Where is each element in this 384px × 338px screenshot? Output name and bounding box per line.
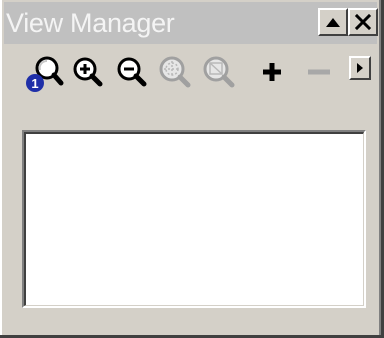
- views-list-area: [24, 132, 364, 306]
- zoom-out-icon: [117, 57, 147, 87]
- zoom-extents-button[interactable]: [154, 52, 194, 96]
- toolbar: 1: [4, 46, 377, 108]
- zoom-extents-icon: [159, 56, 191, 88]
- view-manager-window: View Manager 1: [0, 0, 384, 338]
- views-list[interactable]: [22, 130, 366, 308]
- add-icon: [263, 63, 281, 81]
- zoom-out-button[interactable]: [112, 52, 152, 96]
- window-title: View Manager: [6, 8, 175, 38]
- find-view-button[interactable]: 1: [24, 52, 64, 96]
- zoom-window-button[interactable]: [198, 52, 238, 96]
- arrow-up-icon: [326, 18, 340, 27]
- zoom-window-icon: [203, 56, 235, 88]
- window-frame-left: [0, 0, 2, 338]
- add-view-button[interactable]: [254, 52, 294, 96]
- close-button[interactable]: [348, 8, 378, 36]
- chevron-right-icon: [357, 63, 363, 73]
- zoom-in-icon: [73, 57, 103, 87]
- remove-icon: [308, 69, 330, 75]
- zoom-in-button[interactable]: [68, 52, 108, 96]
- roll-up-button[interactable]: [318, 8, 348, 36]
- svg-text:1: 1: [31, 76, 38, 91]
- toolbar-overflow-button[interactable]: [349, 56, 371, 80]
- find-view-icon: 1: [26, 56, 64, 92]
- close-icon: [354, 13, 372, 31]
- remove-view-button[interactable]: [300, 52, 340, 96]
- title-bar[interactable]: View Manager: [4, 2, 378, 44]
